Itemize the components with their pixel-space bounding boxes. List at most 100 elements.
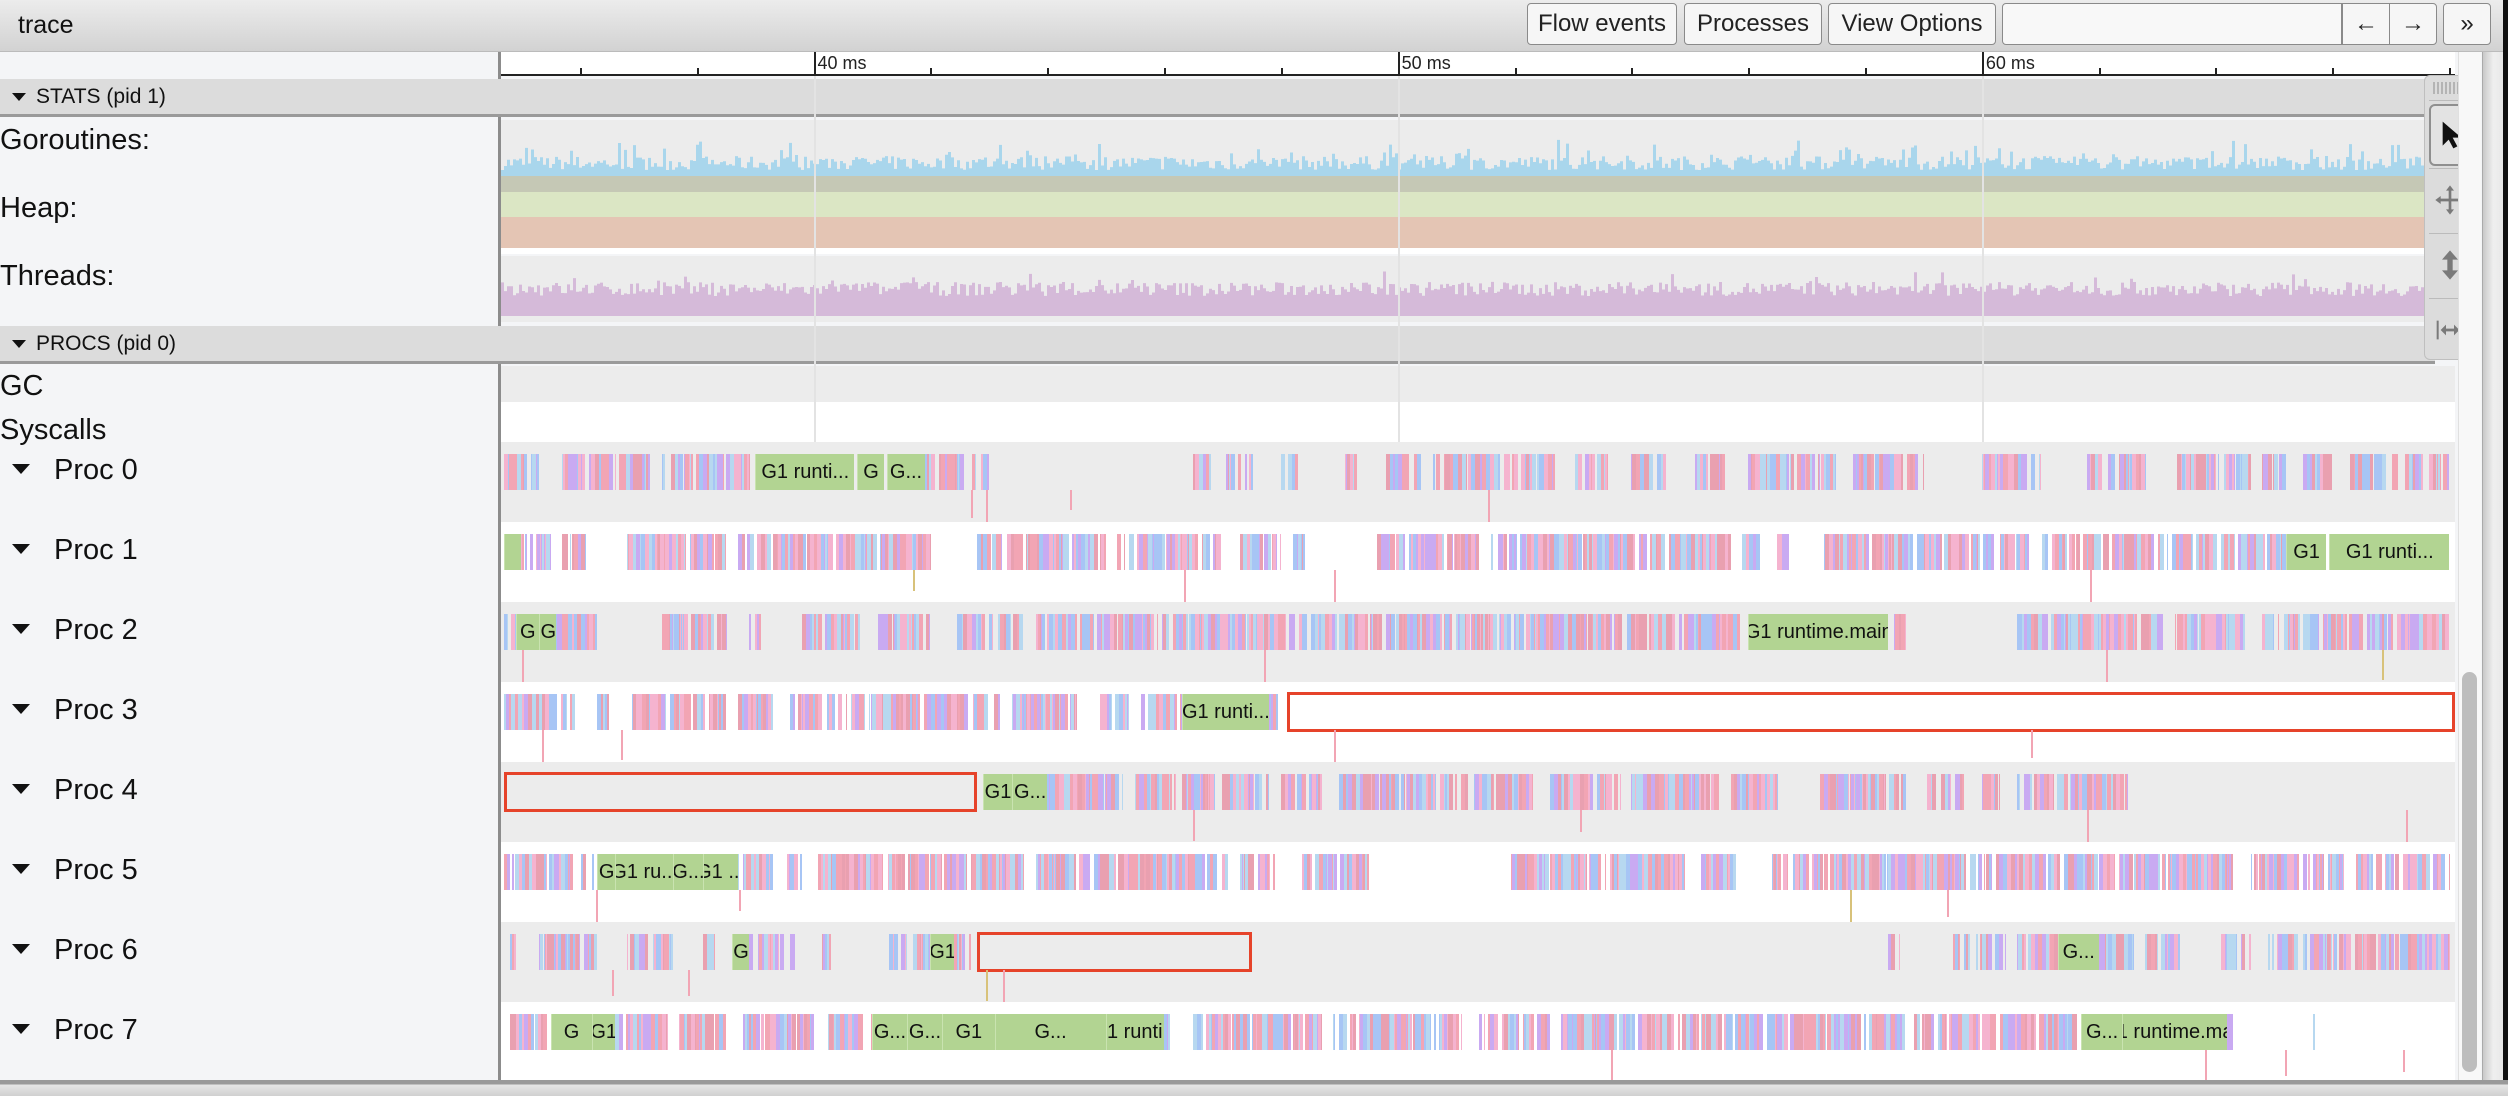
procs-group-header[interactable]: PROCS (pid 0) xyxy=(0,326,2435,364)
proc-label-text: Proc 4 xyxy=(54,774,138,806)
goroutine-slice[interactable]: G1 ... xyxy=(702,854,738,890)
proc-label-7[interactable]: Proc 7 xyxy=(0,1014,138,1047)
ruler-minor-tick xyxy=(1280,68,1283,74)
ruler-major-tick xyxy=(1397,52,1400,74)
proc-label-text: Proc 5 xyxy=(54,854,138,886)
next-result-button[interactable]: → xyxy=(2389,3,2437,45)
threads-series xyxy=(501,271,2455,316)
expand-triangle-icon[interactable] xyxy=(12,1024,30,1035)
ruler-tick-label: 60 ms xyxy=(1985,53,2035,73)
ruler-minor-tick xyxy=(2215,68,2218,74)
goroutine-slice[interactable]: G... xyxy=(906,1014,943,1050)
search-input[interactable] xyxy=(2002,3,2342,45)
stats-group-title: STATS (pid 1) xyxy=(36,84,166,108)
expand-triangle-icon[interactable] xyxy=(12,864,30,875)
goroutine-slice[interactable]: G1 xyxy=(591,1014,615,1050)
goroutine-slice[interactable]: G... xyxy=(886,454,925,490)
proc-label-3[interactable]: Proc 3 xyxy=(0,694,138,727)
goroutine-slice[interactable]: G xyxy=(515,614,539,650)
collapse-triangle-icon[interactable] xyxy=(12,339,26,348)
flow-events-button[interactable]: Flow events xyxy=(1527,3,1677,45)
syscalls-track[interactable] xyxy=(501,402,2455,442)
window-title: trace xyxy=(18,11,74,39)
expand-triangle-icon[interactable] xyxy=(12,624,30,635)
vertical-scrollbar[interactable] xyxy=(2458,52,2481,1082)
goroutine-slice[interactable]: G... xyxy=(2057,934,2099,970)
ruler-tick-label: 50 ms xyxy=(1401,53,1451,73)
ruler-minor-tick xyxy=(2098,68,2101,74)
proc-label-text: Proc 2 xyxy=(54,614,138,646)
ruler-minor-tick xyxy=(930,68,933,74)
proc-label-text: Proc 7 xyxy=(54,1014,138,1046)
ruler-minor-tick xyxy=(2332,68,2335,74)
goroutine-slice[interactable]: G1 runtime.main xyxy=(1748,614,1889,650)
proc-label-5[interactable]: Proc 5 xyxy=(0,854,138,887)
gc-track[interactable] xyxy=(501,366,2455,402)
ruler-minor-tick xyxy=(1631,68,1634,74)
expand-triangle-icon[interactable] xyxy=(12,464,30,475)
proc-track-6[interactable] xyxy=(501,922,2455,1002)
goroutine-slice[interactable]: G xyxy=(857,454,884,490)
goroutine-slice[interactable]: G1 xyxy=(982,774,1013,810)
goroutine-slice[interactable] xyxy=(503,534,522,570)
proc-track-1[interactable] xyxy=(501,522,2455,602)
toolbar: trace Flow events Processes View Options… xyxy=(0,0,2508,52)
goroutine-slice[interactable]: G1 xyxy=(942,1014,995,1050)
expand-triangle-icon[interactable] xyxy=(12,944,30,955)
goroutine-slice[interactable]: G xyxy=(550,1014,592,1050)
window-edge xyxy=(2503,0,2508,1096)
proc-label-text: Proc 1 xyxy=(54,534,138,566)
ruler-minor-tick xyxy=(579,68,582,74)
more-button[interactable]: » xyxy=(2443,3,2491,45)
goroutine-slice[interactable]: G1 runtime.main xyxy=(2122,1014,2228,1050)
ruler-minor-tick xyxy=(1047,68,1050,74)
goroutine-slice[interactable]: G1 xyxy=(930,934,954,970)
counter-label-goroutines: Goroutines: xyxy=(0,124,150,156)
proc-track-4[interactable] xyxy=(501,762,2455,842)
ruler-minor-tick xyxy=(2449,68,2452,74)
collapse-triangle-icon[interactable] xyxy=(12,92,26,101)
proc-label-1[interactable]: Proc 1 xyxy=(0,534,138,567)
goroutine-slice[interactable]: G... xyxy=(2081,1014,2123,1050)
expand-triangle-icon[interactable] xyxy=(12,544,30,555)
proc-track-3[interactable] xyxy=(501,682,2455,762)
goroutine-slice[interactable]: G xyxy=(597,854,615,890)
goroutine-slice[interactable]: G... xyxy=(994,1014,1106,1050)
proc-label-text: Proc 0 xyxy=(54,454,138,486)
ruler-minor-tick xyxy=(1514,68,1517,74)
proc-label-0[interactable]: Proc 0 xyxy=(0,454,138,487)
ruler-minor-tick xyxy=(1164,68,1167,74)
stats-group-header[interactable]: STATS (pid 1) xyxy=(0,79,2435,117)
proc-label-text: Proc 6 xyxy=(54,934,138,966)
ruler-minor-tick xyxy=(696,68,699,74)
proc-label-2[interactable]: Proc 2 xyxy=(0,614,138,647)
goroutine-slice[interactable]: G xyxy=(731,934,750,970)
expand-triangle-icon[interactable] xyxy=(12,704,30,715)
goroutine-slice[interactable]: G... xyxy=(673,854,703,890)
scrollbar-thumb[interactable] xyxy=(2462,672,2477,1072)
goroutine-slice[interactable]: G1 runti... xyxy=(1181,694,1270,730)
proc-track-5[interactable] xyxy=(501,842,2455,922)
goroutine-slice[interactable]: G1 xyxy=(2285,534,2327,570)
goroutine-slice[interactable]: G1 runti... xyxy=(1105,1014,1164,1050)
ruler-minor-tick xyxy=(1865,68,1867,74)
proc-label-text: Proc 3 xyxy=(54,694,138,726)
track-label-syscalls: Syscalls xyxy=(0,414,107,446)
goroutine-slice[interactable]: G1 runti... xyxy=(755,454,855,490)
view-options-button[interactable]: View Options xyxy=(1828,3,1996,45)
prev-result-button[interactable]: ← xyxy=(2342,3,2390,45)
proc-label-6[interactable]: Proc 6 xyxy=(0,934,138,967)
goroutine-slice[interactable]: G1 runti... xyxy=(2329,534,2450,570)
proc-label-4[interactable]: Proc 4 xyxy=(0,774,138,807)
goroutine-slice[interactable]: G1 ru... xyxy=(614,854,674,890)
proc-track-2[interactable] xyxy=(501,602,2455,682)
goroutine-slice[interactable]: G... xyxy=(871,1014,907,1050)
expand-triangle-icon[interactable] xyxy=(12,784,30,795)
counter-charts xyxy=(501,139,2455,316)
goroutine-slice[interactable]: G xyxy=(538,614,557,650)
goroutine-slice[interactable]: G... xyxy=(1012,774,1048,810)
bottom-panel-edge[interactable] xyxy=(0,1080,2508,1096)
processes-button[interactable]: Processes xyxy=(1684,3,1822,45)
track-label-gc: GC xyxy=(0,370,44,402)
time-ruler[interactable]: 40 ms 50 ms 60 ms xyxy=(501,52,2455,76)
